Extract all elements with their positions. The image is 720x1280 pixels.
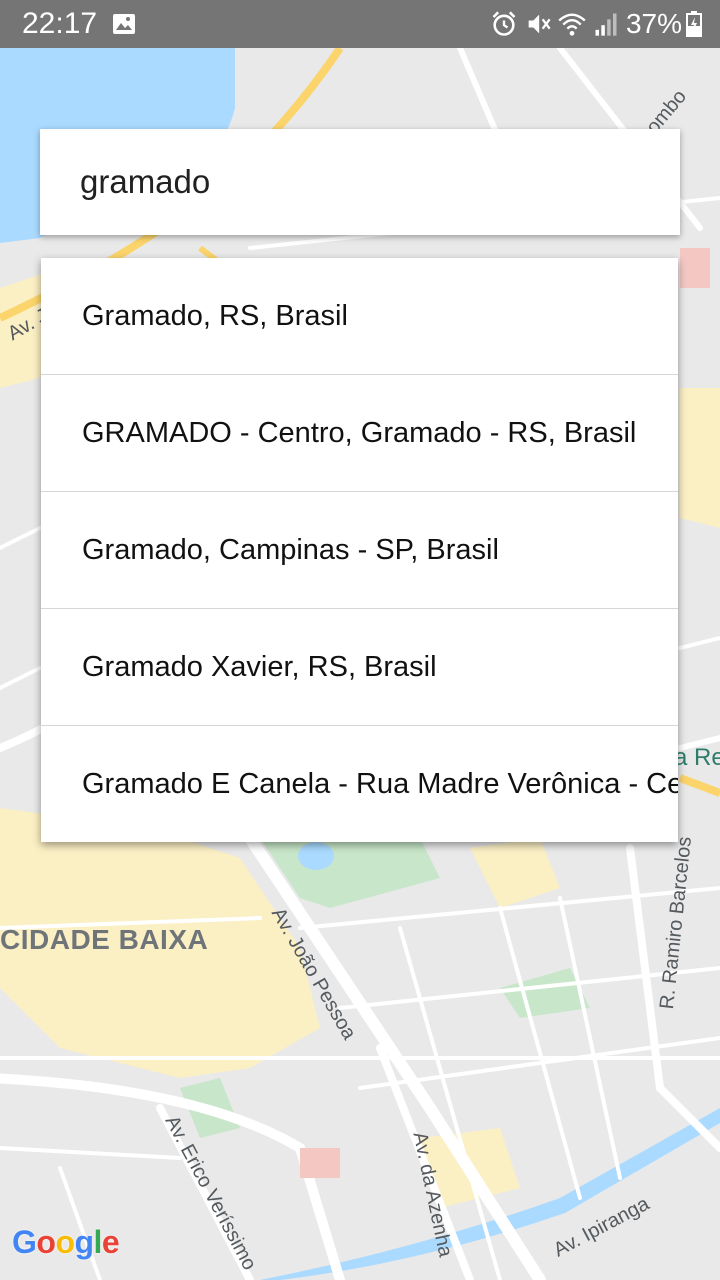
commercial-area [680,388,720,528]
battery-percent: 37% [625,8,682,39]
vibrate-mute-icon [528,14,551,34]
commercial-area [470,838,560,908]
suggestion-text: Gramado Xavier, RS, Brasil [82,650,437,683]
building [300,1148,340,1178]
suggestions-dropdown: Gramado, RS, Brasil GRAMADO - Centro, Gr… [41,258,678,842]
highway [678,774,720,797]
status-time: 22:17 [22,7,98,40]
suggestion-text: Gramado, RS, Brasil [82,299,348,332]
wifi-icon [558,13,586,36]
district-label: CIDADE BAIXA [0,924,209,955]
suggestion-item[interactable]: GRAMADO - Centro, Gramado - RS, Brasil [41,375,678,492]
suggestion-text: GRAMADO - Centro, Gramado - RS, Brasil [82,416,637,449]
google-logo: Google [12,1224,120,1260]
suggestion-text: Gramado, Campinas - SP, Brasil [82,533,499,566]
alarm-icon [492,11,516,36]
suggestion-item[interactable]: Gramado, RS, Brasil [41,258,678,375]
signal-icon [595,13,617,36]
battery-icon [686,11,702,37]
gallery-icon [113,14,135,34]
status-bar: 22:17 37% [0,0,720,48]
street-label: a Re [674,744,720,771]
search-input[interactable] [80,129,660,235]
search-box [40,129,680,235]
status-icons: 37% [484,6,702,42]
suggestion-item[interactable]: Gramado Xavier, RS, Brasil [41,609,678,726]
water-area [298,842,334,870]
suggestion-item[interactable]: Gramado, Campinas - SP, Brasil [41,492,678,609]
suggestion-item[interactable]: Gramado E Canela - Rua Madre Verônica - … [41,726,678,842]
suggestion-text: Gramado E Canela - Rua Madre Verônica - … [82,767,678,800]
building [680,248,710,288]
